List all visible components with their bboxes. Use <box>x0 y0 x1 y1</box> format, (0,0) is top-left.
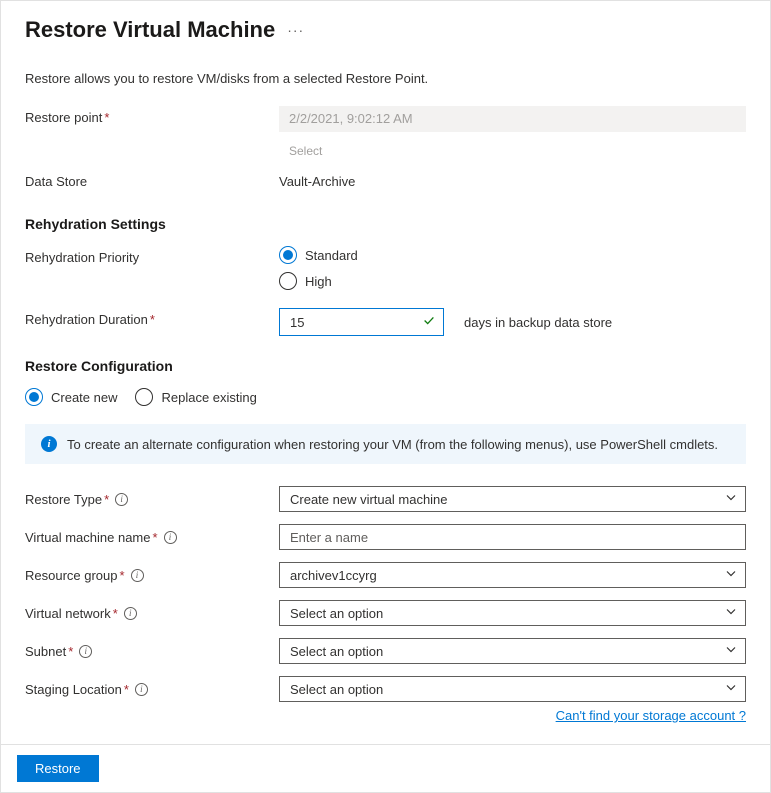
help-icon[interactable]: i <box>164 531 177 544</box>
restore-point-label: Restore point* <box>25 106 279 125</box>
rehydration-duration-input[interactable] <box>279 308 444 336</box>
rehydration-priority-label: Rehydration Priority <box>25 246 279 265</box>
help-icon[interactable]: i <box>115 493 128 506</box>
restore-point-select-link[interactable]: Select <box>279 144 746 158</box>
chevron-down-icon <box>725 568 737 583</box>
subnet-dropdown[interactable]: Select an option <box>279 638 746 664</box>
page-description: Restore allows you to restore VM/disks f… <box>25 71 746 86</box>
resource-group-dropdown[interactable]: archivev1ccyrg <box>279 562 746 588</box>
restore-config-section-title: Restore Configuration <box>25 358 746 374</box>
rehydration-duration-suffix: days in backup data store <box>464 315 612 330</box>
chevron-down-icon <box>725 492 737 507</box>
virtual-network-label: Virtual network <box>25 606 111 621</box>
resource-group-label: Resource group <box>25 568 118 583</box>
radio-priority-standard[interactable]: Standard <box>279 246 358 264</box>
help-icon[interactable]: i <box>135 683 148 696</box>
chevron-down-icon <box>725 682 737 697</box>
radio-create-new[interactable]: Create new <box>25 388 117 406</box>
chevron-down-icon <box>725 644 737 659</box>
storage-account-link[interactable]: Can't find your storage account ? <box>556 708 746 723</box>
restore-type-label: Restore Type <box>25 492 102 507</box>
staging-location-dropdown[interactable]: Select an option <box>279 676 746 702</box>
help-icon[interactable]: i <box>131 569 144 582</box>
vm-name-label: Virtual machine name <box>25 530 151 545</box>
radio-priority-standard-label: Standard <box>305 248 358 263</box>
help-icon[interactable]: i <box>124 607 137 620</box>
chevron-down-icon <box>725 606 737 621</box>
data-store-label: Data Store <box>25 170 279 189</box>
data-store-value: Vault-Archive <box>279 170 355 189</box>
more-icon[interactable]: ··· <box>287 22 304 38</box>
virtual-network-dropdown[interactable]: Select an option <box>279 600 746 626</box>
info-banner-text: To create an alternate configuration whe… <box>67 437 718 452</box>
page-title: Restore Virtual Machine <box>25 17 275 43</box>
rehydration-section-title: Rehydration Settings <box>25 216 746 232</box>
radio-priority-high-label: High <box>305 274 332 289</box>
subnet-label: Subnet <box>25 644 66 659</box>
radio-replace-existing[interactable]: Replace existing <box>135 388 256 406</box>
restore-button[interactable]: Restore <box>17 755 99 782</box>
radio-priority-high[interactable]: High <box>279 272 358 290</box>
info-banner: i To create an alternate configuration w… <box>25 424 746 464</box>
vm-name-input[interactable] <box>279 524 746 550</box>
rehydration-duration-label: Rehydration Duration* <box>25 308 279 327</box>
restore-type-dropdown[interactable]: Create new virtual machine <box>279 486 746 512</box>
staging-location-label: Staging Location <box>25 682 122 697</box>
restore-point-value: 2/2/2021, 9:02:12 AM <box>279 106 746 132</box>
help-icon[interactable]: i <box>79 645 92 658</box>
info-icon: i <box>41 436 57 452</box>
radio-create-new-label: Create new <box>51 390 117 405</box>
radio-replace-existing-label: Replace existing <box>161 390 256 405</box>
